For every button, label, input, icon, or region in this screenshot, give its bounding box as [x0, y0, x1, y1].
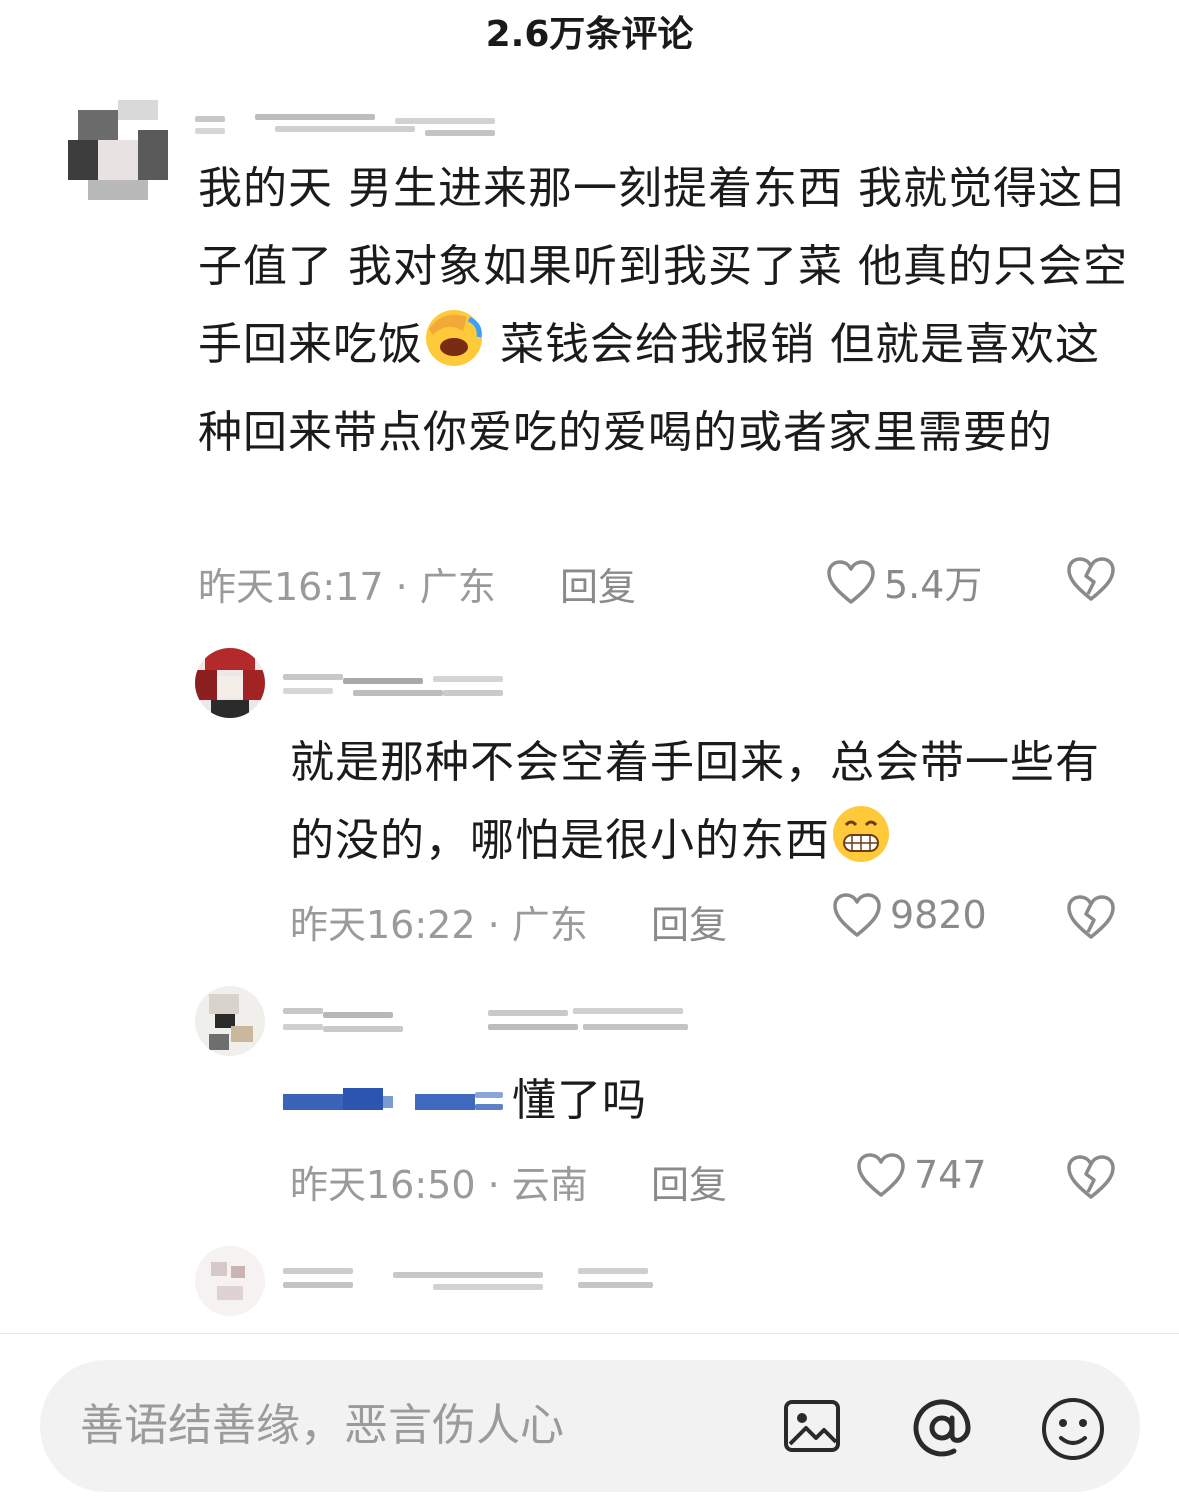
emoji-icon[interactable] — [1040, 1396, 1106, 1466]
username-blurred[interactable] — [195, 108, 495, 148]
like-count: 9820 — [890, 893, 987, 937]
comment-input[interactable]: 善语结善缘，恶言伤人心 — [40, 1360, 1140, 1492]
like-count: 747 — [914, 1153, 987, 1197]
broken-heart-icon — [1067, 1155, 1115, 1199]
comment-text: 就是那种不会空着手回来，总会带一些有的没的，哪怕是很小的东西 — [290, 724, 1140, 890]
avatar[interactable] — [195, 648, 265, 718]
dislike-button[interactable] — [1066, 556, 1116, 606]
comment-time-location: 昨天16:17 · 广东 — [198, 565, 496, 609]
heart-icon — [827, 559, 875, 604]
dislike-button[interactable] — [1066, 1154, 1116, 1204]
username-blurred[interactable] — [283, 1002, 693, 1042]
mention-blurred[interactable] — [283, 1080, 503, 1120]
heart-icon — [833, 893, 881, 937]
username-blurred[interactable] — [283, 1262, 653, 1302]
avatar[interactable] — [195, 986, 265, 1056]
comment-time-location: 昨天16:50 · 云南 — [290, 1163, 588, 1207]
reply-button[interactable]: 回复 — [651, 894, 727, 949]
comment-time-location: 昨天16:22 · 广东 — [290, 903, 588, 947]
comment-text: 懂了吗 — [512, 1075, 647, 1126]
reply-button[interactable]: 回复 — [651, 1154, 727, 1209]
dislike-button[interactable] — [1066, 894, 1116, 944]
like-button[interactable]: 747 — [856, 1152, 987, 1198]
facepalm-laugh-emoji-icon — [423, 307, 485, 394]
broken-heart-icon — [1067, 557, 1115, 601]
grinning-emoji-icon — [830, 803, 892, 890]
divider — [0, 1333, 1179, 1334]
comment-input-placeholder[interactable]: 善语结善缘，恶言伤人心 — [80, 1360, 564, 1492]
avatar[interactable] — [68, 100, 168, 200]
heart-icon — [857, 1153, 905, 1197]
at-icon[interactable] — [910, 1396, 974, 1464]
avatar[interactable] — [195, 1246, 265, 1316]
like-button[interactable]: 5.4万 — [826, 554, 982, 609]
broken-heart-icon — [1067, 895, 1115, 939]
like-count: 5.4万 — [884, 563, 983, 607]
image-icon[interactable] — [782, 1396, 842, 1460]
reply-button[interactable]: 回复 — [560, 556, 636, 611]
username-blurred[interactable] — [283, 668, 503, 708]
comment-text: 我的天 男生进来那一刻提着东西 我就觉得这日子值了 我对象如果听到我买了菜 他真… — [198, 163, 1128, 458]
comments-count-title: 2.6万条评论 — [485, 14, 694, 55]
like-button[interactable]: 9820 — [832, 892, 987, 938]
